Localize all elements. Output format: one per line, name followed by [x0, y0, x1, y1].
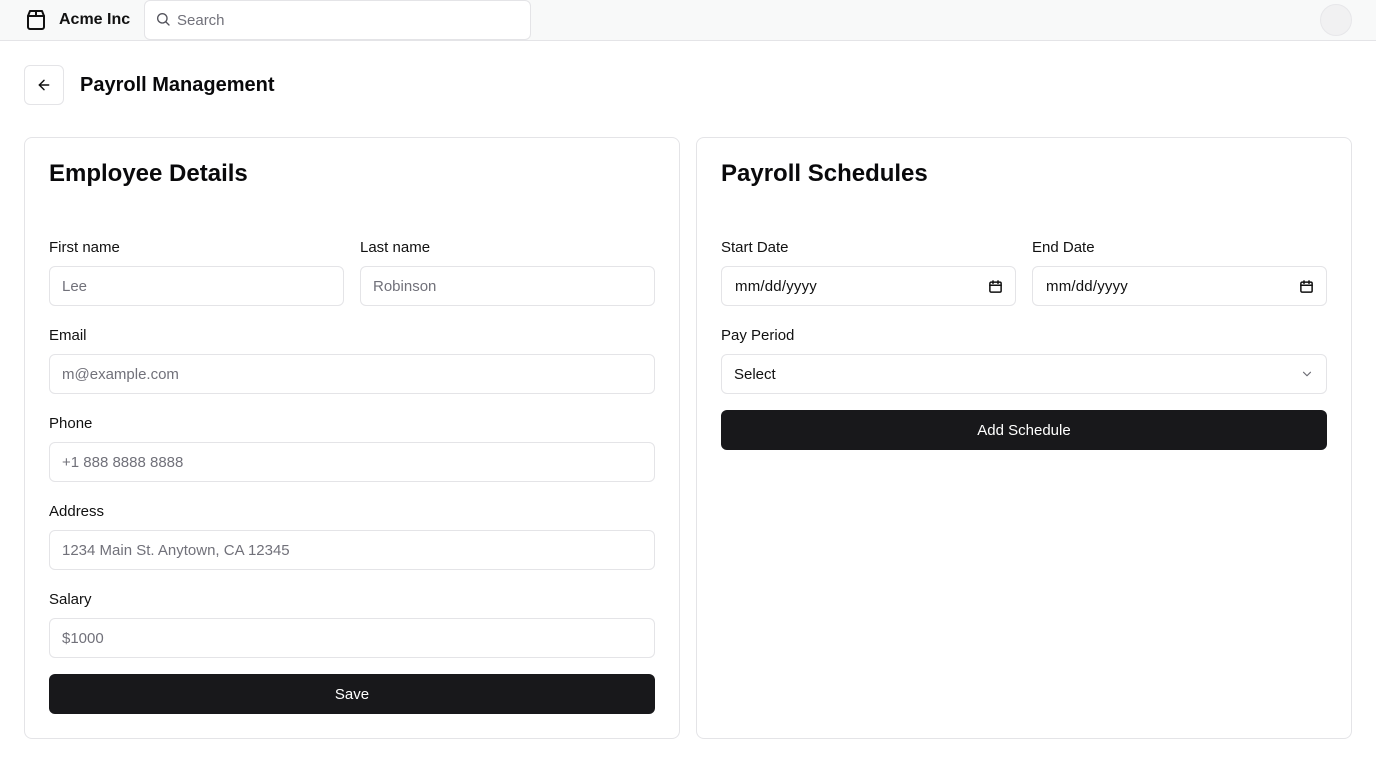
end-date-label: End Date	[1032, 239, 1095, 256]
start-date-label: Start Date	[721, 239, 789, 256]
save-button[interactable]: Save	[49, 674, 655, 714]
email-input[interactable]	[49, 354, 655, 394]
search-box[interactable]	[144, 0, 531, 40]
payroll-schedules-card: Payroll Schedules Start Date mm/dd/yyyy …	[696, 137, 1352, 739]
pay-period-select[interactable]: Select	[721, 354, 1327, 394]
employee-details-title: Employee Details	[49, 160, 248, 187]
start-date-value: mm/dd/yyyy	[735, 277, 818, 295]
brand[interactable]: Acme Inc	[24, 8, 130, 32]
user-avatar[interactable]	[1320, 4, 1352, 36]
email-label: Email	[49, 327, 87, 344]
address-input[interactable]	[49, 530, 655, 570]
phone-label: Phone	[49, 415, 93, 432]
page-title: Payroll Management	[80, 74, 275, 96]
salary-input[interactable]	[49, 618, 655, 658]
last-name-input[interactable]	[360, 266, 655, 306]
top-navbar: Acme Inc	[0, 0, 1376, 41]
end-date-value: mm/dd/yyyy	[1046, 277, 1129, 295]
first-name-label: First name	[49, 239, 120, 256]
add-schedule-button[interactable]: Add Schedule	[721, 410, 1327, 450]
search-input[interactable]	[145, 1, 530, 39]
salary-label: Salary	[49, 591, 92, 608]
arrow-left-icon	[36, 77, 52, 93]
calendar-icon[interactable]	[1299, 279, 1314, 294]
last-name-label: Last name	[360, 239, 431, 256]
brand-name: Acme Inc	[59, 11, 131, 28]
package-icon	[24, 8, 48, 32]
chevron-down-icon	[1300, 367, 1314, 381]
back-button[interactable]	[24, 65, 64, 105]
pay-period-label: Pay Period	[721, 327, 795, 344]
employee-details-card: Employee Details First name Last name Em…	[24, 137, 680, 739]
pay-period-value: Select	[734, 365, 776, 383]
address-label: Address	[49, 503, 105, 520]
calendar-icon[interactable]	[988, 279, 1003, 294]
end-date-input[interactable]: mm/dd/yyyy	[1032, 266, 1327, 306]
phone-input[interactable]	[49, 442, 655, 482]
first-name-input[interactable]	[49, 266, 344, 306]
start-date-input[interactable]: mm/dd/yyyy	[721, 266, 1016, 306]
payroll-schedules-title: Payroll Schedules	[721, 160, 928, 187]
search-icon	[155, 11, 171, 27]
